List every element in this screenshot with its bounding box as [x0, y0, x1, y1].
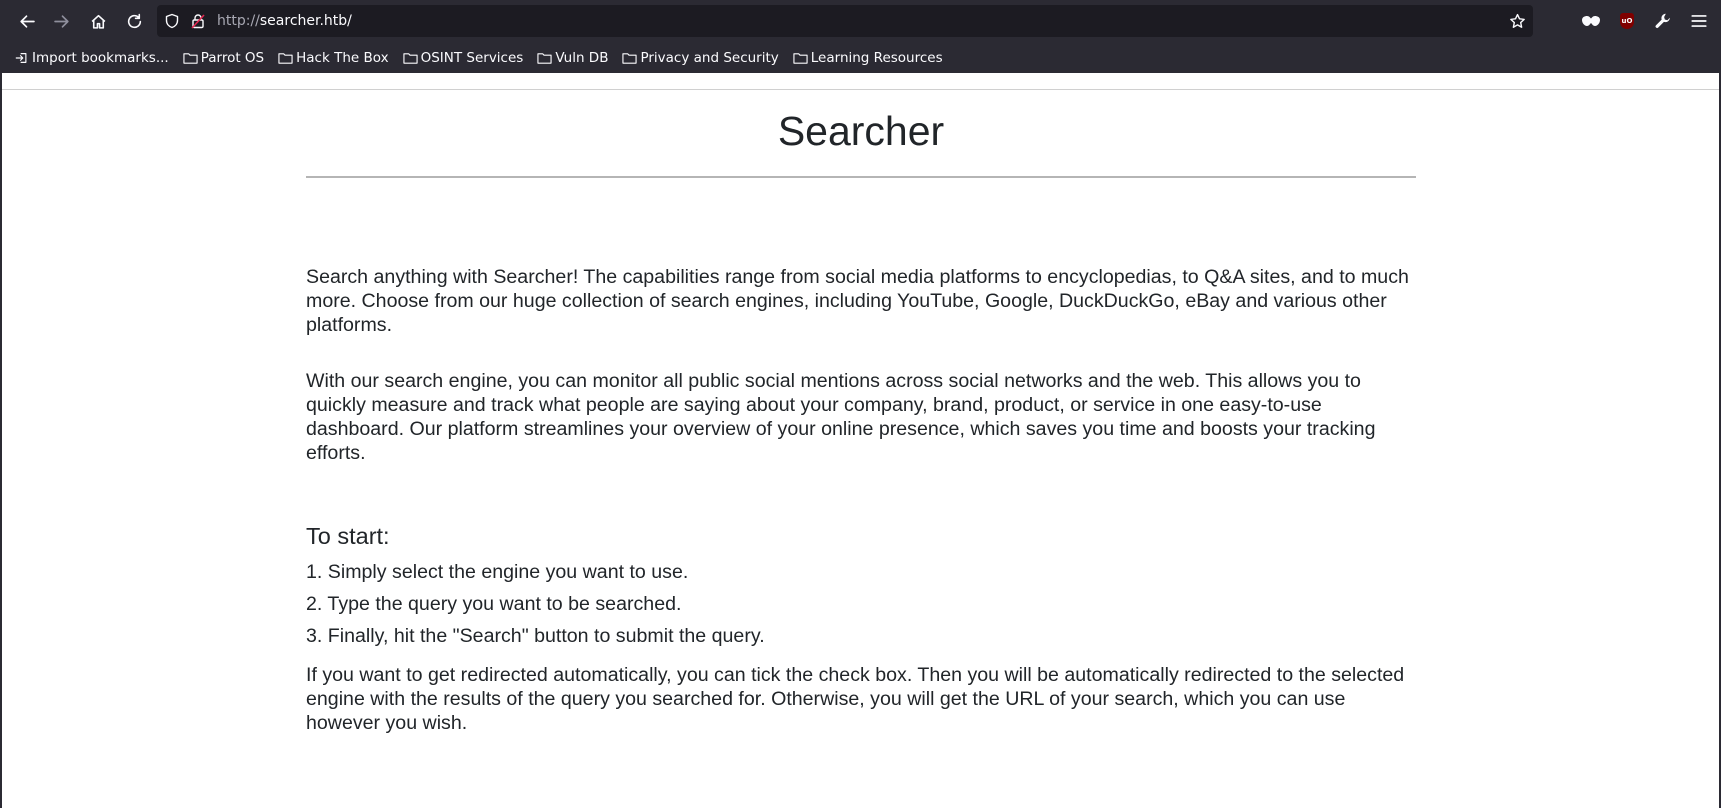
- ublock-badge: uO: [1620, 13, 1634, 29]
- bookmark-folder-hack-the-box[interactable]: Hack The Box: [278, 49, 389, 66]
- folder-icon: [793, 52, 808, 64]
- wrench-icon[interactable]: [1645, 3, 1681, 39]
- private-browsing-icon[interactable]: [1573, 3, 1609, 39]
- folder-icon: [622, 52, 638, 64]
- ublock-origin-icon[interactable]: uO: [1609, 3, 1645, 39]
- bookmark-star-icon[interactable]: [1507, 11, 1527, 31]
- reload-button[interactable]: [116, 3, 152, 39]
- page-title: Searcher: [777, 108, 945, 154]
- folder-icon: [278, 52, 293, 64]
- bookmark-label: Hack The Box: [296, 49, 389, 66]
- bookmark-folder-vuln-db[interactable]: Vuln DB: [537, 50, 608, 66]
- folder-icon: [537, 52, 552, 64]
- folder-icon: [402, 52, 418, 64]
- back-button[interactable]: [8, 3, 44, 39]
- toolbar-extensions: uO: [1573, 3, 1721, 39]
- intro-paragraph: Search anything with Searcher! The capab…: [306, 266, 1409, 337]
- bookmark-label: Import bookmarks...: [32, 49, 169, 66]
- page-top-strip: [0, 73, 1721, 90]
- insecure-lock-icon[interactable]: [185, 13, 211, 29]
- bookmarks-toolbar: Import bookmarks... Parrot OS Hack The B…: [0, 42, 1721, 73]
- url-host: searcher.htb/: [259, 13, 352, 29]
- monitor-paragraph: With our search engine, you can monitor …: [306, 370, 1376, 465]
- home-icon: [91, 14, 105, 29]
- start-heading: To start:: [306, 523, 390, 550]
- bookmark-folder-privacy-and-security[interactable]: Privacy and Security: [622, 49, 779, 66]
- bookmark-label: Learning Resources: [810, 49, 943, 66]
- bookmark-label: Parrot OS: [200, 49, 265, 66]
- hamburger-menu-icon[interactable]: [1681, 3, 1717, 39]
- browser-toolbar: http://searcher.htb/ uO: [0, 0, 1721, 42]
- bookmark-import[interactable]: Import bookmarks...: [14, 50, 169, 66]
- arrow-left-icon: [19, 14, 35, 28]
- title-divider: [306, 176, 1416, 179]
- bookmark-label: Vuln DB: [555, 49, 609, 66]
- url-text[interactable]: http://searcher.htb/: [217, 13, 352, 29]
- page-content: Searcher Search anything with Searcher! …: [306, 90, 1416, 735]
- reload-icon: [127, 13, 141, 28]
- bookmark-folder-learning-resources[interactable]: Learning Resources: [793, 50, 943, 66]
- bookmark-folder-parrot-os[interactable]: Parrot OS: [183, 50, 264, 66]
- url-scheme: http://: [217, 13, 260, 29]
- steps-list: 1. Simply select the engine you want to …: [306, 560, 1416, 648]
- bookmark-label: OSINT Services: [420, 49, 524, 66]
- redirect-paragraph: If you want to get redirected automatica…: [306, 664, 1405, 735]
- step-item: 2. Type the query you want to be searche…: [306, 593, 682, 616]
- bookmark-folder-osint-services[interactable]: OSINT Services: [402, 49, 524, 66]
- folder-icon: [183, 52, 198, 64]
- import-icon: [15, 52, 27, 63]
- forward-button[interactable]: [44, 3, 80, 39]
- step-item: 1. Simply select the engine you want to …: [306, 561, 689, 584]
- bookmark-label: Privacy and Security: [640, 49, 779, 66]
- url-bar[interactable]: http://searcher.htb/: [157, 5, 1533, 37]
- window-left-border: [0, 73, 2, 808]
- home-button[interactable]: [80, 3, 116, 39]
- tracking-protection-icon[interactable]: [159, 13, 185, 29]
- step-item: 3. Finally, hit the "Search" button to s…: [306, 625, 765, 648]
- arrow-right-icon: [53, 14, 69, 28]
